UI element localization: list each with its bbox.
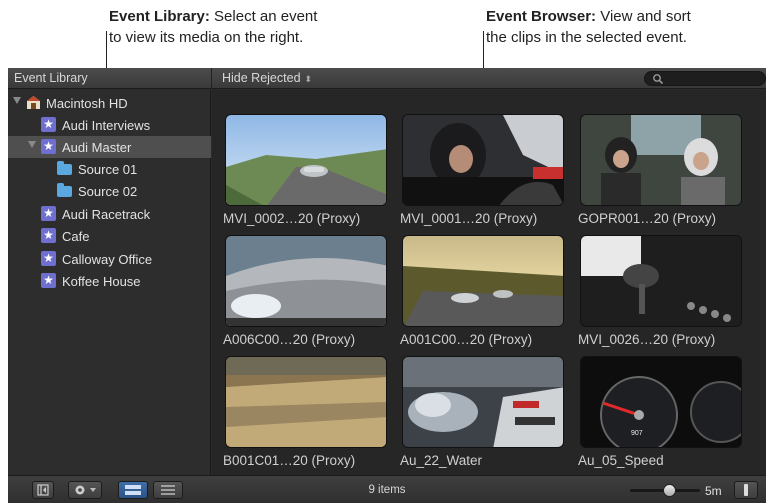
clip-name: B001C01…20 (Proxy) <box>223 453 356 468</box>
final-cut-window: Event Library Hide Rejected ⬍ Macintosh H… <box>8 68 766 503</box>
annotation-text: the clips in the selected event. <box>486 29 687 46</box>
sidebar-item-calloway-office[interactable]: ★ Calloway Office <box>8 248 211 270</box>
sidebar-item-source-02[interactable]: Source 02 <box>8 180 211 202</box>
sidebar-item-label: Macintosh HD <box>46 96 128 111</box>
search-field[interactable] <box>644 71 766 86</box>
sidebar-item-audi-interviews[interactable]: ★ Audi Interviews <box>8 114 211 136</box>
sidebar-item-source-01[interactable]: Source 01 <box>8 158 211 180</box>
clip-image <box>403 236 563 326</box>
event-library-title: Event Library <box>14 71 88 85</box>
annotation-title: Event Library: <box>109 8 210 25</box>
sidebar-item-audi-racetrack[interactable]: ★ Audi Racetrack <box>8 203 211 225</box>
sidebar-item-label: Cafe <box>62 229 90 244</box>
annotation-title: Event Browser: <box>486 8 597 25</box>
event-star-icon: ★ <box>41 206 56 221</box>
annotation-leader-line <box>483 31 484 68</box>
clip-image <box>403 357 563 447</box>
clip-image <box>581 115 741 205</box>
disclosure-triangle-icon[interactable] <box>28 141 36 148</box>
event-star-icon: ★ <box>41 273 56 288</box>
footer-bar: 9 items 5m <box>8 475 766 503</box>
clip-name: Au_05_Speed <box>578 453 664 468</box>
event-star-icon: ★ <box>41 117 56 132</box>
sidebar-item-label: Source 02 <box>78 184 138 199</box>
clip-image <box>226 236 386 326</box>
hide-rejected-popup[interactable]: Hide Rejected ⬍ <box>222 71 312 85</box>
annotation-text: to view its media on the right. <box>109 29 304 46</box>
pane-divider[interactable] <box>211 68 212 89</box>
svg-text:907: 907 <box>631 430 643 437</box>
clip-image <box>403 115 563 205</box>
annotation-text: Select an event <box>209 8 318 25</box>
sidebar-item-label: Audi Racetrack <box>62 207 151 222</box>
clip-filmstrip[interactable] <box>225 235 387 327</box>
folder-icon <box>57 183 72 197</box>
annotation-leader-line <box>106 31 107 68</box>
sidebar-item-cafe[interactable]: ★ Cafe <box>8 225 211 247</box>
clip-filmstrip[interactable]: 907 <box>580 356 742 448</box>
clip-filmstrip[interactable] <box>580 235 742 327</box>
event-library: Macintosh HD ★ Audi Interviews ★ Audi Ma… <box>8 90 211 475</box>
sidebar-item-label: Calloway Office <box>62 252 153 267</box>
switch-icon <box>744 484 748 496</box>
clip-name: Au_22_Water <box>400 453 483 468</box>
sidebar-item-label: Source 01 <box>78 162 138 177</box>
updown-arrows-icon: ⬍ <box>304 74 313 84</box>
clip-image: 907 <box>581 357 741 447</box>
annotation-text: View and sort <box>596 8 691 25</box>
zoom-slider-knob[interactable] <box>663 484 676 497</box>
sidebar-item-koffee-house[interactable]: ★ Koffee House <box>8 270 211 292</box>
clip-name: MVI_0026…20 (Proxy) <box>578 332 716 347</box>
clip-appearance-button[interactable] <box>734 481 758 499</box>
clip-filmstrip[interactable] <box>402 356 564 448</box>
folder-icon <box>57 161 72 175</box>
event-star-icon: ★ <box>41 228 56 243</box>
event-star-icon: ★ <box>41 139 56 154</box>
clip-name: A001C00…20 (Proxy) <box>400 332 533 347</box>
filter-label: Hide Rejected <box>222 71 301 85</box>
clip-filmstrip[interactable] <box>225 114 387 206</box>
clip-name: MVI_0001…20 (Proxy) <box>400 211 538 226</box>
search-icon <box>653 74 664 85</box>
clip-name: GOPR001…20 (Proxy) <box>578 211 717 226</box>
clip-filmstrip[interactable] <box>225 356 387 448</box>
sidebar-item-macintosh-hd[interactable]: Macintosh HD <box>8 92 211 114</box>
sidebar-item-audi-master[interactable]: ★ Audi Master <box>8 136 211 158</box>
sidebar-item-label: Koffee House <box>62 274 141 289</box>
clip-name: A006C00…20 (Proxy) <box>223 332 356 347</box>
clip-name: MVI_0002…20 (Proxy) <box>223 211 361 226</box>
event-browser-annotation: Event Browser: View and sort the clips i… <box>486 6 766 48</box>
clip-filmstrip[interactable] <box>402 235 564 327</box>
zoom-duration-label: 5m <box>705 484 722 498</box>
drive-icon <box>27 96 40 109</box>
header-bar: Event Library Hide Rejected ⬍ <box>8 68 766 89</box>
event-browser: MVI_0002…20 (Proxy) MVI_0001…20 (Proxy) <box>212 90 766 475</box>
sidebar-item-label: Audi Interviews <box>62 118 151 133</box>
clip-image <box>226 357 386 447</box>
event-library-annotation: Event Library: Select an event to view i… <box>109 6 399 48</box>
clip-filmstrip[interactable] <box>580 114 742 206</box>
event-star-icon: ★ <box>41 251 56 266</box>
clip-image <box>581 236 741 326</box>
disclosure-triangle-icon[interactable] <box>13 97 21 104</box>
clip-image <box>226 115 386 205</box>
sidebar-item-label: Audi Master <box>62 140 132 155</box>
clip-filmstrip[interactable] <box>402 114 564 206</box>
